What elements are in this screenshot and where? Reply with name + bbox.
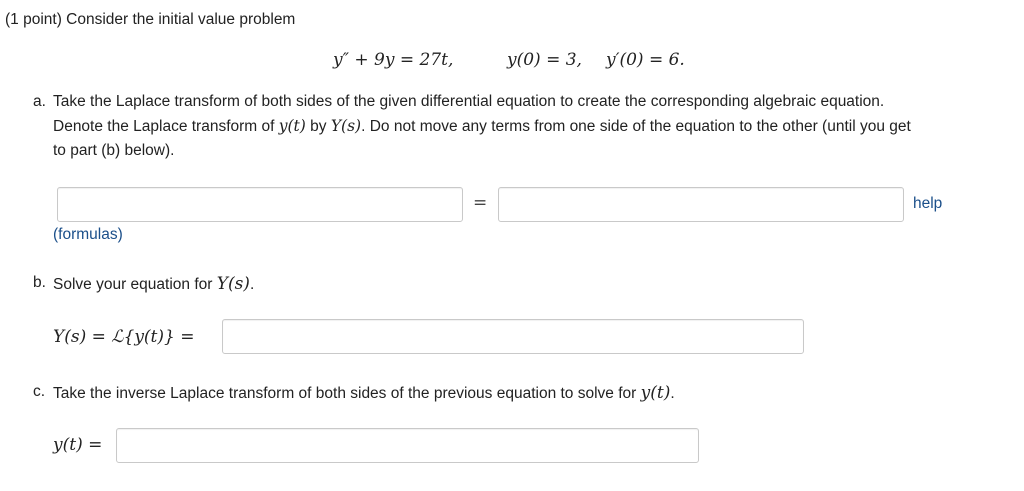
part-a-line-3: to part (b) below).	[53, 142, 175, 159]
ode-rest: + 9y = 27t,	[348, 50, 454, 70]
math-Y-of-s: Y(s)	[330, 117, 362, 135]
Y-of-s-input[interactable]	[222, 319, 804, 354]
part-c-instructions: Take the inverse Laplace transform of bo…	[53, 383, 675, 403]
part-b-instructions: Solve your equation for Y(s).	[53, 274, 255, 294]
initial-condition-1: y(0) = 3,	[507, 50, 582, 70]
part-a-line-2: Denote the Laplace transform of y(t) by …	[53, 117, 911, 135]
math-Y-of-s: Y(s)	[216, 274, 250, 294]
ode-equation: y″ + 9y = 27t,	[333, 50, 453, 70]
problem-header: (1 point) Consider the initial value pro…	[5, 11, 296, 28]
laplace-left-side-input[interactable]	[57, 187, 463, 222]
part-a-line-1: Take the Laplace transform of both sides…	[53, 93, 885, 110]
part-a-label: a.	[33, 93, 46, 110]
equals-sign: =	[473, 193, 488, 213]
math-y-of-t: y(t)	[278, 117, 306, 135]
y-of-t-input[interactable]	[116, 428, 699, 463]
initial-condition-2: y′(0) = 6.	[606, 50, 685, 70]
laplace-right-side-input[interactable]	[498, 187, 904, 222]
part-a-instructions: Take the Laplace transform of both sides…	[53, 90, 911, 163]
part-c-label: c.	[33, 383, 46, 400]
formulas-link[interactable]: (formulas)	[53, 226, 123, 244]
part-c-answer-prefix: y(t) =	[53, 435, 103, 455]
part-b-label: b.	[33, 274, 46, 291]
ode-lhs-derivative: y″	[333, 50, 349, 70]
help-link[interactable]: help	[913, 195, 942, 213]
part-b-answer-prefix: Y(s) = ℒ{y(t)} =	[53, 327, 195, 347]
math-y-of-t: y(t)	[640, 383, 671, 403]
